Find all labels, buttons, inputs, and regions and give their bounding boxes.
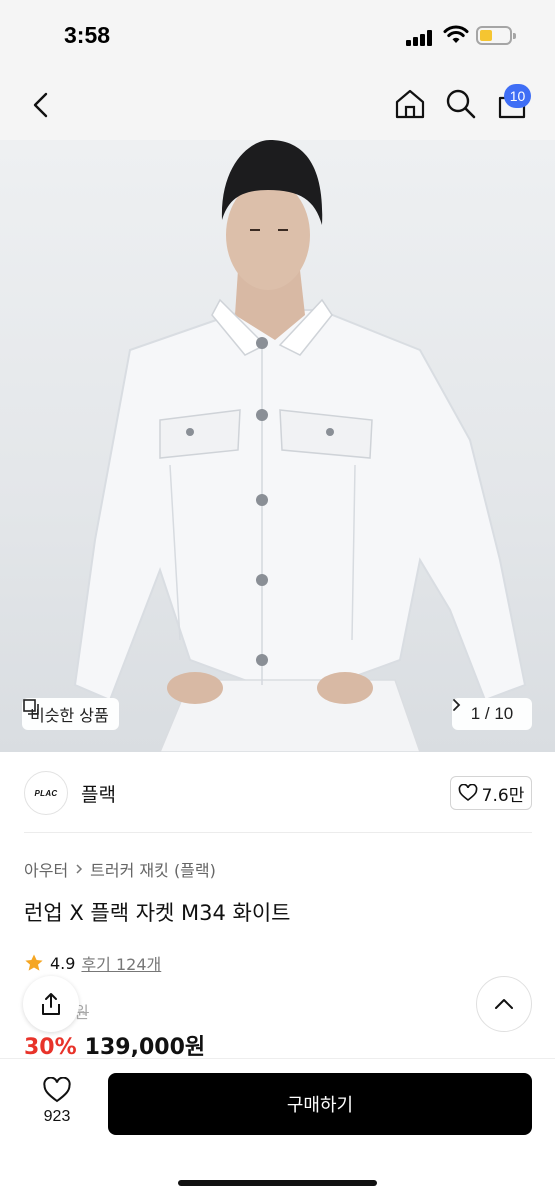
price-row: 30% 139,000원 — [24, 1029, 205, 1061]
brand-logo-text: PLAC — [34, 788, 58, 798]
rating-row: 4.9 후기 124개 — [24, 951, 161, 975]
wifi-icon — [443, 25, 469, 43]
sale-price: 139,000원 — [84, 1035, 206, 1060]
share-button[interactable] — [23, 976, 79, 1032]
similar-items-icon — [23, 699, 39, 715]
chevron-right-icon — [76, 864, 83, 874]
product-image-gallery[interactable]: 비슷한 상품 1 / 10 — [0, 140, 555, 752]
home-indicator — [178, 1180, 377, 1186]
product-photo — [73, 140, 527, 752]
heart-icon — [458, 784, 477, 802]
breadcrumb-subcategory[interactable]: 트러커 재킷 (플랙) — [90, 857, 216, 881]
chevron-up-icon — [495, 999, 513, 1009]
share-icon — [42, 993, 60, 1015]
brand-like-button[interactable]: 7.6만 — [450, 776, 532, 810]
similar-products-button[interactable]: 비슷한 상품 — [22, 698, 119, 730]
search-icon[interactable] — [443, 86, 479, 122]
home-icon[interactable] — [392, 86, 428, 122]
discount-rate: 30% — [24, 1035, 77, 1060]
review-count-link[interactable]: 후기 124개 — [81, 951, 161, 975]
battery-icon — [476, 26, 516, 45]
chevron-right-icon — [453, 699, 461, 711]
star-icon — [25, 954, 43, 971]
heart-icon — [43, 1077, 71, 1103]
cart-count-badge: 10 — [504, 84, 531, 108]
status-bar: 3:58 — [0, 0, 555, 68]
brand-logo[interactable]: PLAC — [24, 771, 68, 815]
wishlist-count: 923 — [43, 1108, 71, 1125]
image-page-indicator[interactable]: 1 / 10 — [452, 698, 532, 730]
brand-like-count: 7.6만 — [481, 785, 525, 806]
product-title: 런업 X 플랙 자켓 M34 화이트 — [24, 901, 291, 925]
page-indicator-text: 1 / 10 — [470, 704, 514, 723]
wishlist-button[interactable]: 923 — [28, 1077, 86, 1137]
cellular-signal-icon — [406, 30, 436, 46]
breadcrumb-category[interactable]: 아우터 — [24, 857, 68, 881]
similar-products-label: 비슷한 상품 — [30, 706, 109, 725]
status-time: 3:58 — [64, 22, 111, 48]
rating-value: 4.9 — [50, 953, 76, 973]
divider — [24, 832, 532, 833]
scroll-to-top-button[interactable] — [476, 976, 532, 1032]
top-nav — [0, 68, 555, 140]
back-arrow-icon[interactable] — [24, 88, 58, 122]
bottom-purchase-bar: 923 구매하기 — [0, 1058, 555, 1200]
breadcrumb: 아우터 트러커 재킷 (플랙) — [24, 857, 216, 881]
buy-button[interactable]: 구매하기 — [108, 1073, 532, 1135]
brand-name[interactable]: 플랙 — [81, 780, 116, 807]
